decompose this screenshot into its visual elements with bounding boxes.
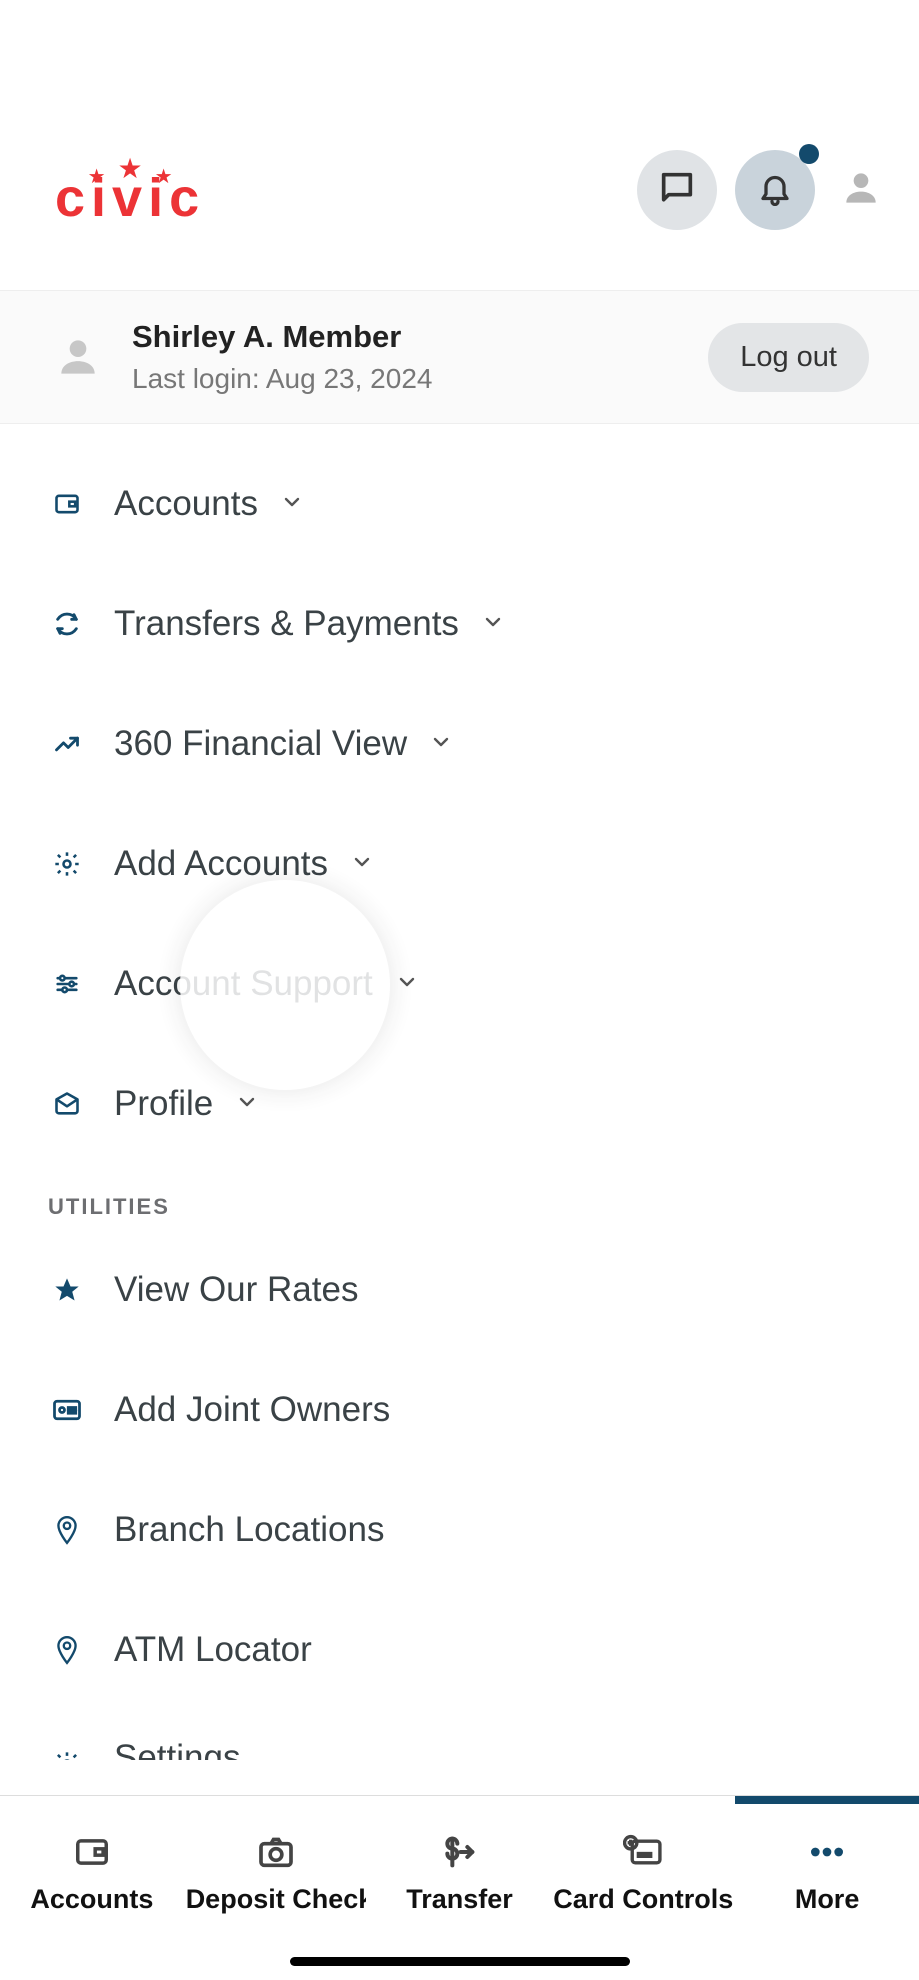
menu-item-accounts[interactable]: Accounts (0, 444, 919, 564)
dollar-arrow-icon (439, 1832, 479, 1872)
chevron-down-icon (429, 730, 453, 759)
utility-atm-locator[interactable]: ATM Locator (0, 1590, 919, 1710)
notification-dot-icon (799, 144, 819, 164)
utility-settings[interactable]: Settings (0, 1710, 919, 1760)
camera-icon (256, 1832, 296, 1872)
utility-label: Branch Locations (114, 1510, 384, 1550)
user-text: Shirley A. Member Last login: Aug 23, 20… (132, 319, 432, 395)
gear-icon (50, 850, 84, 878)
nav-deposit-check[interactable]: Deposit Check (184, 1832, 368, 1915)
section-header-utilities: UTILITIES (0, 1164, 919, 1230)
avatar (50, 329, 106, 385)
menu-item-add-accounts[interactable]: Add Accounts (0, 804, 919, 924)
notifications-button[interactable] (735, 150, 815, 230)
message-icon (657, 168, 697, 213)
nav-label: Accounts (30, 1884, 153, 1915)
gear-icon (50, 1750, 84, 1760)
logout-button[interactable]: Log out (708, 323, 869, 392)
transfer-icon (50, 610, 84, 638)
card-icon (50, 1397, 84, 1423)
nav-more[interactable]: More (735, 1832, 919, 1915)
chevron-down-icon (350, 850, 374, 879)
pin-icon (50, 1635, 84, 1665)
brand-logo[interactable]: ★ ★ ★ civic (55, 152, 205, 229)
chevron-down-icon (481, 610, 505, 639)
top-bar: ★ ★ ★ civic (0, 0, 919, 290)
main-menu: Accounts Transfers & Payments 360 Financ… (0, 424, 919, 1760)
menu-item-account-support[interactable]: Account Support (0, 924, 919, 1044)
wallet-icon (50, 490, 84, 518)
menu-label: Profile (114, 1084, 213, 1124)
utility-view-rates[interactable]: View Our Rates (0, 1230, 919, 1350)
utility-branch-locations[interactable]: Branch Locations (0, 1470, 919, 1590)
star-icon (50, 1276, 84, 1304)
menu-label: Accounts (114, 484, 258, 524)
bottom-nav: Accounts Deposit Check Transfer Card Con… (0, 1795, 919, 1980)
last-login-label: Last login: Aug 23, 2024 (132, 363, 432, 395)
pin-icon (50, 1515, 84, 1545)
more-dots-icon (807, 1832, 847, 1872)
card-plus-icon (623, 1832, 663, 1872)
bell-icon (757, 170, 793, 211)
chevron-down-icon (280, 490, 304, 519)
profile-button[interactable] (843, 172, 879, 208)
menu-item-transfers-payments[interactable]: Transfers & Payments (0, 564, 919, 684)
utility-label: View Our Rates (114, 1270, 358, 1310)
menu-item-profile[interactable]: Profile (0, 1044, 919, 1164)
chevron-down-icon (395, 970, 419, 999)
chevron-down-icon (235, 1090, 259, 1119)
brand-name: civic (55, 167, 205, 229)
home-indicator (290, 1957, 630, 1966)
menu-label: Transfers & Payments (114, 604, 459, 644)
menu-item-financial-view[interactable]: 360 Financial View (0, 684, 919, 804)
sliders-icon (50, 970, 84, 998)
nav-transfer[interactable]: Transfer (368, 1832, 552, 1915)
menu-label: Account Support (114, 964, 373, 1004)
menu-label: Add Accounts (114, 844, 328, 884)
nav-label: Transfer (406, 1884, 513, 1915)
nav-label: Deposit Check (186, 1884, 366, 1915)
user-summary-row: Shirley A. Member Last login: Aug 23, 20… (0, 290, 919, 424)
messages-button[interactable] (637, 150, 717, 230)
nav-label: More (795, 1884, 860, 1915)
utility-label: Settings (114, 1738, 240, 1760)
menu-label: 360 Financial View (114, 724, 407, 764)
nav-card-controls[interactable]: Card Controls (551, 1832, 735, 1915)
active-tab-indicator (0, 1796, 919, 1804)
utility-label: Add Joint Owners (114, 1390, 390, 1430)
utility-label: ATM Locator (114, 1630, 312, 1670)
utility-add-joint-owners[interactable]: Add Joint Owners (0, 1350, 919, 1470)
mail-icon (50, 1090, 84, 1118)
chart-icon (50, 730, 84, 758)
wallet-icon (72, 1832, 112, 1872)
user-name: Shirley A. Member (132, 319, 432, 355)
nav-label: Card Controls (553, 1884, 733, 1915)
nav-accounts[interactable]: Accounts (0, 1832, 184, 1915)
person-icon (839, 166, 883, 215)
